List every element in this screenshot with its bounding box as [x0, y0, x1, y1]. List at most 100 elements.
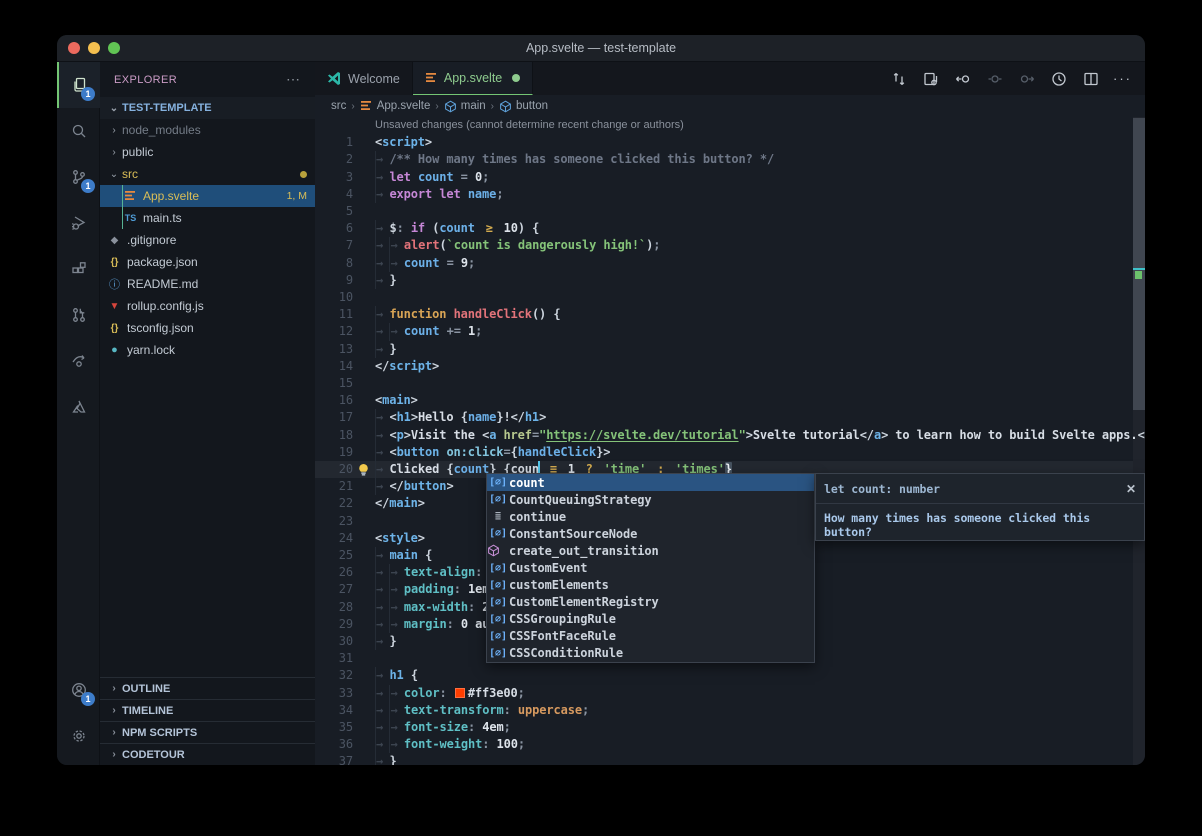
activity-explorer-icon[interactable]: 1	[57, 62, 100, 108]
suggest-item-customelementregistry[interactable]: [∅]CustomElementRegistry	[487, 594, 814, 611]
activity-settings-icon[interactable]	[57, 713, 100, 759]
tab-welcome[interactable]: Welcome	[315, 62, 413, 95]
code-line-8[interactable]: 8→→count = 9;	[315, 255, 1133, 272]
rollup-icon: ▼	[106, 301, 123, 312]
code-line-18[interactable]: 18→<p>Visit the <a href="https://svelte.…	[315, 427, 1133, 444]
activity-extensions-icon[interactable]	[57, 246, 100, 292]
tab-app-svelte[interactable]: App.svelte	[413, 62, 533, 95]
code-line-36[interactable]: 36→→font-weight: 100;	[315, 736, 1133, 753]
tree-item-tsconfig-json[interactable]: {} tsconfig.json	[100, 317, 315, 339]
code-text: →export let name;	[353, 186, 1133, 203]
code-text: →<p>Visit the <a href="https://svelte.de…	[353, 427, 1133, 444]
go-previous-change-button[interactable]	[950, 66, 975, 91]
breadcrumb-main[interactable]: main	[444, 100, 486, 113]
code-line-11[interactable]: 11→function handleClick() {	[315, 306, 1133, 323]
tree-item-label: tsconfig.json	[127, 321, 194, 335]
suggest-item-constantsourcenode[interactable]: [∅]ConstantSourceNode	[487, 525, 814, 542]
code-text: →}	[353, 753, 1133, 765]
open-preview-button[interactable]	[918, 66, 943, 91]
code-line-32[interactable]: 32→h1 {	[315, 667, 1133, 684]
section-outline[interactable]: ›OUTLINE	[100, 677, 315, 699]
tree-item-public[interactable]: ›public	[100, 141, 315, 163]
code-line-35[interactable]: 35→→font-size: 4em;	[315, 719, 1133, 736]
code-line-9[interactable]: 9→}	[315, 272, 1133, 289]
split-editor-button[interactable]	[1078, 66, 1103, 91]
section-codetour[interactable]: ›CODETOUR	[100, 743, 315, 765]
tree-item-rollup-config-js[interactable]: ▼rollup.config.js	[100, 295, 315, 317]
breadcrumb-button[interactable]: button	[499, 100, 548, 113]
code-editor[interactable]: Unsaved changes (cannot determine recent…	[315, 117, 1145, 765]
activity-source-control-icon[interactable]: 1	[57, 154, 100, 200]
activity-pull-requests-icon[interactable]	[57, 292, 100, 338]
scrollbar-handle[interactable]	[1133, 118, 1145, 410]
suggest-item-continue[interactable]: ≣continue	[487, 508, 814, 525]
minimize-window-button[interactable]	[88, 42, 100, 54]
tree-item-readme-md[interactable]: ⓘREADME.md	[100, 273, 315, 295]
code-line-6[interactable]: 6→$: if (count ≥ 10) {	[315, 220, 1133, 237]
code-line-16[interactable]: 16<main>	[315, 392, 1133, 409]
zoom-window-button[interactable]	[108, 42, 120, 54]
code-line-10[interactable]: 10	[315, 289, 1133, 306]
code-line-7[interactable]: 7→→alert(`count is dangerously high!`);	[315, 237, 1133, 254]
tree-item-package-json[interactable]: {}package.json	[100, 251, 315, 273]
tab-bar: WelcomeApp.svelte ···	[315, 62, 1145, 95]
code-text	[353, 375, 1133, 392]
suggest-item-cssgroupingrule[interactable]: [∅]CSSGroupingRule	[487, 611, 814, 628]
activity-azure-icon[interactable]	[57, 384, 100, 430]
more-actions-button[interactable]: ···	[1110, 66, 1135, 91]
code-text: →→font-size: 4em;	[353, 719, 1133, 736]
suggest-item-cssfontfacerule[interactable]: [∅]CSSFontFaceRule	[487, 628, 814, 645]
project-root-folder[interactable]: ⌄ TEST-TEMPLATE	[100, 97, 315, 119]
code-line-34[interactable]: 34→→text-transform: uppercase;	[315, 702, 1133, 719]
file-history-button[interactable]	[1046, 66, 1071, 91]
code-line-17[interactable]: 17→<h1>Hello {name}!</h1>	[315, 409, 1133, 426]
close-icon[interactable]: ✕	[1126, 482, 1136, 496]
activity-live-share-icon[interactable]	[57, 338, 100, 384]
tree-item--gitignore[interactable]: ◆.gitignore	[100, 229, 315, 251]
titlebar[interactable]: App.svelte — test-template	[57, 35, 1145, 62]
tree-item-app-svelte[interactable]: App.svelte1, M	[100, 185, 315, 207]
activity-search-icon[interactable]	[57, 108, 100, 154]
tree-item-yarn-lock[interactable]: ●yarn.lock	[100, 339, 315, 361]
close-window-button[interactable]	[68, 42, 80, 54]
section-npm-scripts[interactable]: ›NPM SCRIPTS	[100, 721, 315, 743]
suggest-item-customelements[interactable]: [∅]customElements	[487, 577, 814, 594]
code-line-12[interactable]: 12→→count += 1;	[315, 323, 1133, 340]
activity-run-debug-icon[interactable]	[57, 200, 100, 246]
tree-item-main-ts[interactable]: TSmain.ts	[100, 207, 315, 229]
tree-item-node-modules[interactable]: ›node_modules	[100, 119, 315, 141]
lightbulb-icon[interactable]	[357, 463, 370, 477]
code-text: →function handleClick() {	[353, 306, 1133, 323]
breadcrumb-src[interactable]: src	[331, 100, 346, 112]
line-number: 29	[315, 616, 353, 633]
compare-changes-button[interactable]	[886, 66, 911, 91]
sidebar-more-actions[interactable]: ⋯	[286, 71, 301, 88]
section-timeline[interactable]: ›TIMELINE	[100, 699, 315, 721]
tree-item-label: yarn.lock	[127, 343, 175, 357]
tree-item-src[interactable]: ⌄src	[100, 163, 315, 185]
code-line-19[interactable]: 19→<button on:click={handleClick}>	[315, 444, 1133, 461]
code-line-15[interactable]: 15	[315, 375, 1133, 392]
breadcrumb-app-svelte[interactable]: App.svelte	[360, 100, 431, 112]
code-line-3[interactable]: 3→let count = 0;	[315, 169, 1133, 186]
code-text: →→text-transform: uppercase;	[353, 702, 1133, 719]
code-line-37[interactable]: 37→}	[315, 753, 1133, 765]
suggest-item-countqueuingstrategy[interactable]: [∅]CountQueuingStrategy	[487, 491, 814, 508]
suggest-item-customevent[interactable]: [∅]CustomEvent	[487, 559, 814, 576]
line-number: 7	[315, 237, 353, 254]
code-line-14[interactable]: 14</script>	[315, 358, 1133, 375]
code-line-13[interactable]: 13→}	[315, 341, 1133, 358]
code-line-33[interactable]: 33→→color: #ff3e00;	[315, 685, 1133, 702]
cube-icon	[444, 100, 457, 113]
code-line-2[interactable]: 2→/** How many times has someone clicked…	[315, 151, 1133, 168]
suggest-item-cssconditionrule[interactable]: [∅]CSSConditionRule	[487, 645, 814, 662]
suggest-item-create_out_transition[interactable]: create_out_transition	[487, 542, 814, 559]
code-line-4[interactable]: 4→export let name;	[315, 186, 1133, 203]
editor-scrollbar[interactable]	[1133, 117, 1145, 765]
line-number: 1	[315, 134, 353, 151]
json-icon: {}	[106, 323, 123, 334]
suggest-item-count[interactable]: [∅]count	[487, 474, 814, 491]
code-line-5[interactable]: 5	[315, 203, 1133, 220]
activity-account-icon[interactable]: 1	[57, 667, 100, 713]
code-line-1[interactable]: 1<script>	[315, 134, 1133, 151]
